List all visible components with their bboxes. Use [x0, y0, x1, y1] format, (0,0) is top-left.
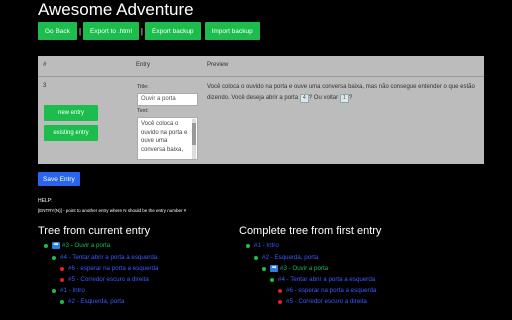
tree-item-link[interactable]: #2 - Esquerda, porta	[262, 254, 318, 261]
tree-item[interactable]: #4 - Tentar abrir a porta a esquerda	[270, 276, 375, 283]
toolbar-separator: |	[78, 26, 82, 36]
tree-item[interactable]: #4 - Tentar abrir a porta a esquerda	[52, 254, 157, 261]
existing-entry-button[interactable]: existing entry	[44, 125, 98, 141]
tree-item-link[interactable]: #5 - Corredor escuro a direita	[68, 276, 149, 283]
current-entry-arrow-icon: ➡	[52, 242, 60, 249]
text-label: Text:	[137, 108, 149, 114]
preview-entry-link[interactable]: 1	[339, 94, 349, 103]
tree-item-link[interactable]: #3 - Ouvir a porta	[280, 265, 328, 272]
bullet-icon	[278, 288, 282, 293]
export-html-button[interactable]: Export to .html	[83, 22, 139, 40]
entries-table: # Entry Preview 3 new entry existing ent…	[38, 56, 484, 164]
scrollbar-thumb[interactable]	[192, 123, 196, 145]
toolbar: Go Back | Export to .html | Export backu…	[38, 22, 260, 40]
tree-item-link[interactable]: #1 - Intro	[254, 242, 279, 249]
tree-item-link[interactable]: #4 - Tentar abrir a porta a esquerda	[60, 254, 157, 261]
tree-item-link[interactable]: #1 - Intro	[60, 287, 85, 294]
column-header-number: #	[43, 62, 47, 68]
entry-number: 3	[43, 83, 47, 89]
bullet-icon	[270, 277, 274, 282]
bullet-icon	[262, 266, 266, 271]
help-text: [ENTRY(N)] - point to another entry wher…	[38, 208, 187, 213]
help-title: HELP:	[38, 198, 53, 204]
export-backup-button[interactable]: Export backup	[145, 22, 201, 40]
tree-item-link[interactable]: #6 - esperar na porta a esquerda	[68, 265, 158, 272]
bullet-icon	[254, 255, 258, 260]
column-header-entry: Entry	[136, 62, 151, 68]
app-title: Awesome Adventure	[38, 0, 194, 19]
bullet-icon	[60, 266, 64, 271]
column-header-preview: Preview	[207, 62, 229, 68]
toolbar-separator: |	[140, 26, 143, 36]
tree-item[interactable]: #2 - Esquerda, porta	[60, 298, 124, 305]
go-back-button[interactable]: Go Back	[38, 22, 77, 40]
preview-entry-link[interactable]: 4	[299, 94, 309, 103]
bullet-icon	[44, 243, 48, 248]
bullet-icon	[52, 288, 56, 293]
tree-item-link[interactable]: #4 - Tentar abrir a porta a esquerda	[278, 276, 375, 283]
tree-item[interactable]: #1 - Intro	[246, 242, 279, 249]
bullet-icon	[278, 299, 282, 304]
import-backup-button[interactable]: Import backup	[204, 22, 260, 40]
tree-item[interactable]: #2 - Esquerda, porta	[254, 254, 318, 261]
save-entry-button[interactable]: Save Entry	[38, 172, 80, 186]
tree-item[interactable]: #6 - esperar na porta a esquerda	[278, 287, 376, 294]
tree-item[interactable]: #5 - Corredor escuro a direita	[278, 298, 367, 305]
preview-text: ? Ou voltar	[308, 95, 339, 101]
entry-text-area[interactable]: Você coloca o ouvido na porta e ouve uma…	[137, 117, 198, 160]
tree-item-link[interactable]: #2 - Esquerda, porta	[68, 298, 124, 305]
tree-item[interactable]: #5 - Corredor escuro a direita	[60, 276, 149, 283]
tree-item[interactable]: ➡ #3 - Ouvir a porta	[44, 242, 110, 249]
bullet-icon	[60, 299, 64, 304]
title-input[interactable]: Ouvir a porta	[137, 93, 198, 106]
entry-preview: Você coloca o ouvido na porta e ouve uma…	[207, 82, 479, 104]
tree-current-heading: Tree from current entry	[38, 225, 151, 237]
tree-item[interactable]: #1 - Intro	[52, 287, 85, 294]
bullet-icon	[246, 243, 250, 248]
tree-item-link[interactable]: #6 - esperar na porta a esquerda	[286, 287, 376, 294]
new-entry-button[interactable]: new entry	[44, 105, 98, 121]
tree-item-link[interactable]: #3 - Ouvir a porta	[62, 242, 110, 249]
textarea-scrollbar[interactable]	[192, 119, 196, 159]
bullet-icon	[52, 255, 56, 260]
title-label: Title:	[137, 84, 149, 90]
table-divider	[38, 76, 484, 77]
current-entry-arrow-icon: ➡	[270, 265, 278, 272]
tree-complete-heading: Complete tree from first entry	[239, 225, 382, 237]
tree-item[interactable]: #6 - esperar na porta a esquerda	[60, 265, 158, 272]
tree-item-link[interactable]: #5 - Corredor escuro a direita	[286, 298, 367, 305]
bullet-icon	[60, 277, 64, 282]
tree-item[interactable]: ➡ #3 - Ouvir a porta	[262, 265, 328, 272]
entry-text-value: Você coloca o ouvido na porta e ouve uma…	[141, 121, 188, 153]
preview-text: ?	[348, 95, 353, 101]
